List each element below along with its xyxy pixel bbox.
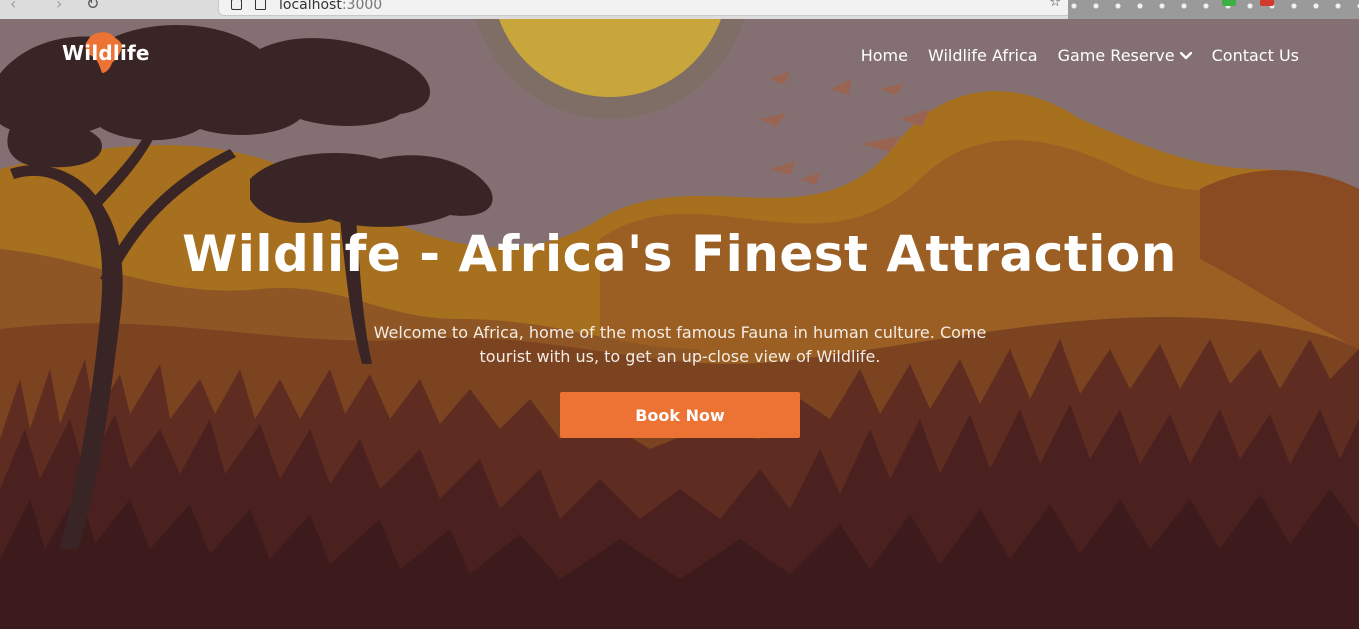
hero-subtitle: Welcome to Africa, home of the most famo…	[373, 323, 987, 366]
nav-contact-us[interactable]: Contact Us	[1212, 46, 1299, 65]
site-logo[interactable]: Wildlife	[62, 41, 150, 65]
browser-theme-pattern	[1068, 0, 1359, 19]
nav-game-reserve-label: Game Reserve	[1057, 46, 1175, 65]
main-nav: Home Wildlife Africa Game Reserve Contac…	[841, 46, 1299, 65]
forward-icon[interactable]: ›	[56, 0, 62, 13]
nav-game-reserve[interactable]: Game Reserve	[1058, 46, 1192, 65]
page-icon	[255, 0, 266, 10]
reload-icon[interactable]: ↻	[86, 0, 99, 13]
extension-icon[interactable]	[1260, 0, 1274, 6]
chevron-down-icon	[1179, 51, 1192, 59]
lock-icon	[231, 0, 242, 10]
hero-section: Wildlife Home Wildlife Africa Game Reser…	[0, 19, 1359, 629]
url-text: localhost:3000	[279, 0, 383, 13]
back-icon[interactable]: ‹	[10, 0, 16, 13]
extension-icon[interactable]	[1222, 0, 1236, 6]
nav-home[interactable]: Home	[861, 46, 908, 65]
hero-title: Wildlife - Africa's Finest Attraction	[182, 225, 1177, 283]
bookmark-icon[interactable]: ☆	[1049, 0, 1061, 10]
nav-wildlife-africa[interactable]: Wildlife Africa	[928, 46, 1038, 65]
book-now-button[interactable]: Book Now	[560, 392, 800, 438]
browser-toolbar: ‹ › ↻ localhost:3000 ☆	[0, 0, 1359, 19]
address-bar[interactable]: localhost:3000 ☆	[218, 0, 1072, 16]
